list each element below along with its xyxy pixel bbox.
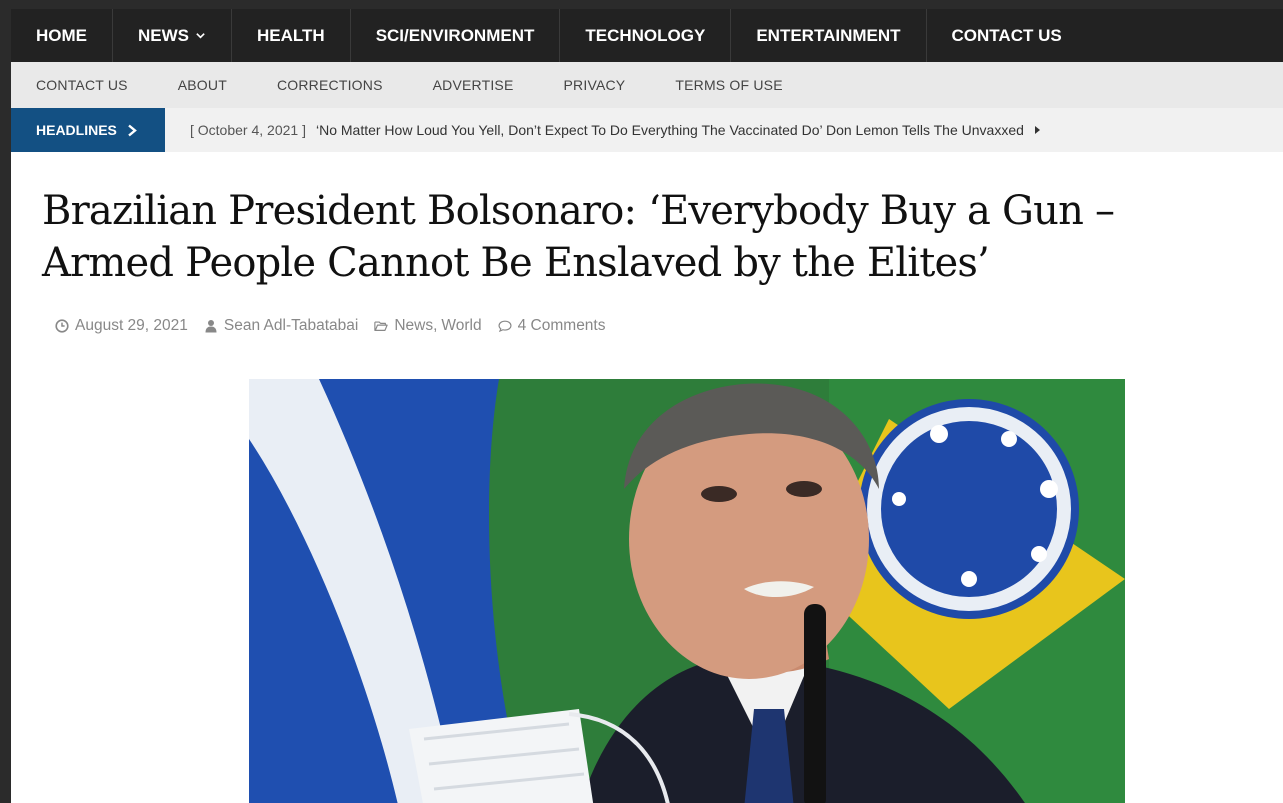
nav-entertainment[interactable]: ENTERTAINMENT <box>731 9 927 62</box>
nav-news-label: NEWS <box>138 25 189 45</box>
meta-author: Sean Adl-Tabatabai <box>204 317 358 335</box>
headlines-ticker: HEADLINES [ October 4, 2021 ] ‘No Matter… <box>11 108 1283 152</box>
nav-entertainment-label: ENTERTAINMENT <box>756 25 901 45</box>
nav-news[interactable]: NEWS <box>113 9 232 62</box>
meta-author-text[interactable]: Sean Adl-Tabatabai <box>224 317 358 335</box>
nav-sci-environment-label: SCI/ENVIRONMENT <box>375 25 535 45</box>
page: HOME NEWS HEALTH SCI/ENVIRONMENT TECHNOL… <box>11 9 1283 803</box>
comment-icon <box>498 319 518 333</box>
subnav-terms-of-use[interactable]: TERMS OF USE <box>675 77 782 93</box>
headlines-label: HEADLINES <box>11 108 165 152</box>
subnav-advertise[interactable]: ADVERTISE <box>433 77 514 93</box>
article-title: Brazilian President Bolsonaro: ‘Everybod… <box>42 188 1115 286</box>
folder-icon <box>374 319 394 333</box>
meta-comments-link[interactable]: 4 Comments <box>518 317 606 335</box>
ticker-date: [ October 4, 2021 ] <box>190 122 306 138</box>
nav-technology-label: TECHNOLOGY <box>585 25 706 45</box>
category-news-link[interactable]: News <box>394 317 433 335</box>
subnav-about[interactable]: ABOUT <box>178 77 227 93</box>
category-separator: , <box>433 317 438 334</box>
meta-categories: News, World <box>374 317 482 335</box>
ticker-item[interactable]: [ October 4, 2021 ] ‘No Matter How Loud … <box>165 122 1041 138</box>
user-icon <box>204 319 224 333</box>
chevron-down-icon <box>195 30 206 41</box>
caret-right-icon[interactable] <box>1034 125 1041 135</box>
meta-comments: 4 Comments <box>498 317 606 335</box>
subnav-contact-us[interactable]: CONTACT US <box>36 77 128 93</box>
article-meta: August 29, 2021 Sean Adl-Tabatabai News,… <box>55 317 1283 335</box>
nav-home[interactable]: HOME <box>11 9 113 62</box>
meta-date: August 29, 2021 <box>55 317 188 335</box>
nav-home-label: HOME <box>36 25 87 45</box>
nav-health[interactable]: HEALTH <box>232 9 351 62</box>
nav-sci-environment[interactable]: SCI/ENVIRONMENT <box>351 9 561 62</box>
featured-photo <box>249 379 1125 803</box>
nav-contact-us[interactable]: CONTACT US <box>927 9 1087 62</box>
clock-icon <box>55 319 75 333</box>
headlines-label-text: HEADLINES <box>36 122 117 138</box>
main-nav: HOME NEWS HEALTH SCI/ENVIRONMENT TECHNOL… <box>11 9 1283 62</box>
meta-date-text[interactable]: August 29, 2021 <box>75 317 188 335</box>
subnav-privacy[interactable]: PRIVACY <box>564 77 626 93</box>
article-featured-image <box>249 379 1125 803</box>
nav-technology[interactable]: TECHNOLOGY <box>560 9 732 62</box>
category-world-link[interactable]: World <box>441 317 481 335</box>
nav-health-label: HEALTH <box>257 25 325 45</box>
subnav-corrections[interactable]: CORRECTIONS <box>277 77 383 93</box>
chevron-right-icon <box>127 124 138 137</box>
nav-contact-us-label: CONTACT US <box>951 25 1062 45</box>
secondary-nav: CONTACT US ABOUT CORRECTIONS ADVERTISE P… <box>11 62 1283 108</box>
ticker-headline[interactable]: ‘No Matter How Loud You Yell, Don’t Expe… <box>316 122 1024 138</box>
